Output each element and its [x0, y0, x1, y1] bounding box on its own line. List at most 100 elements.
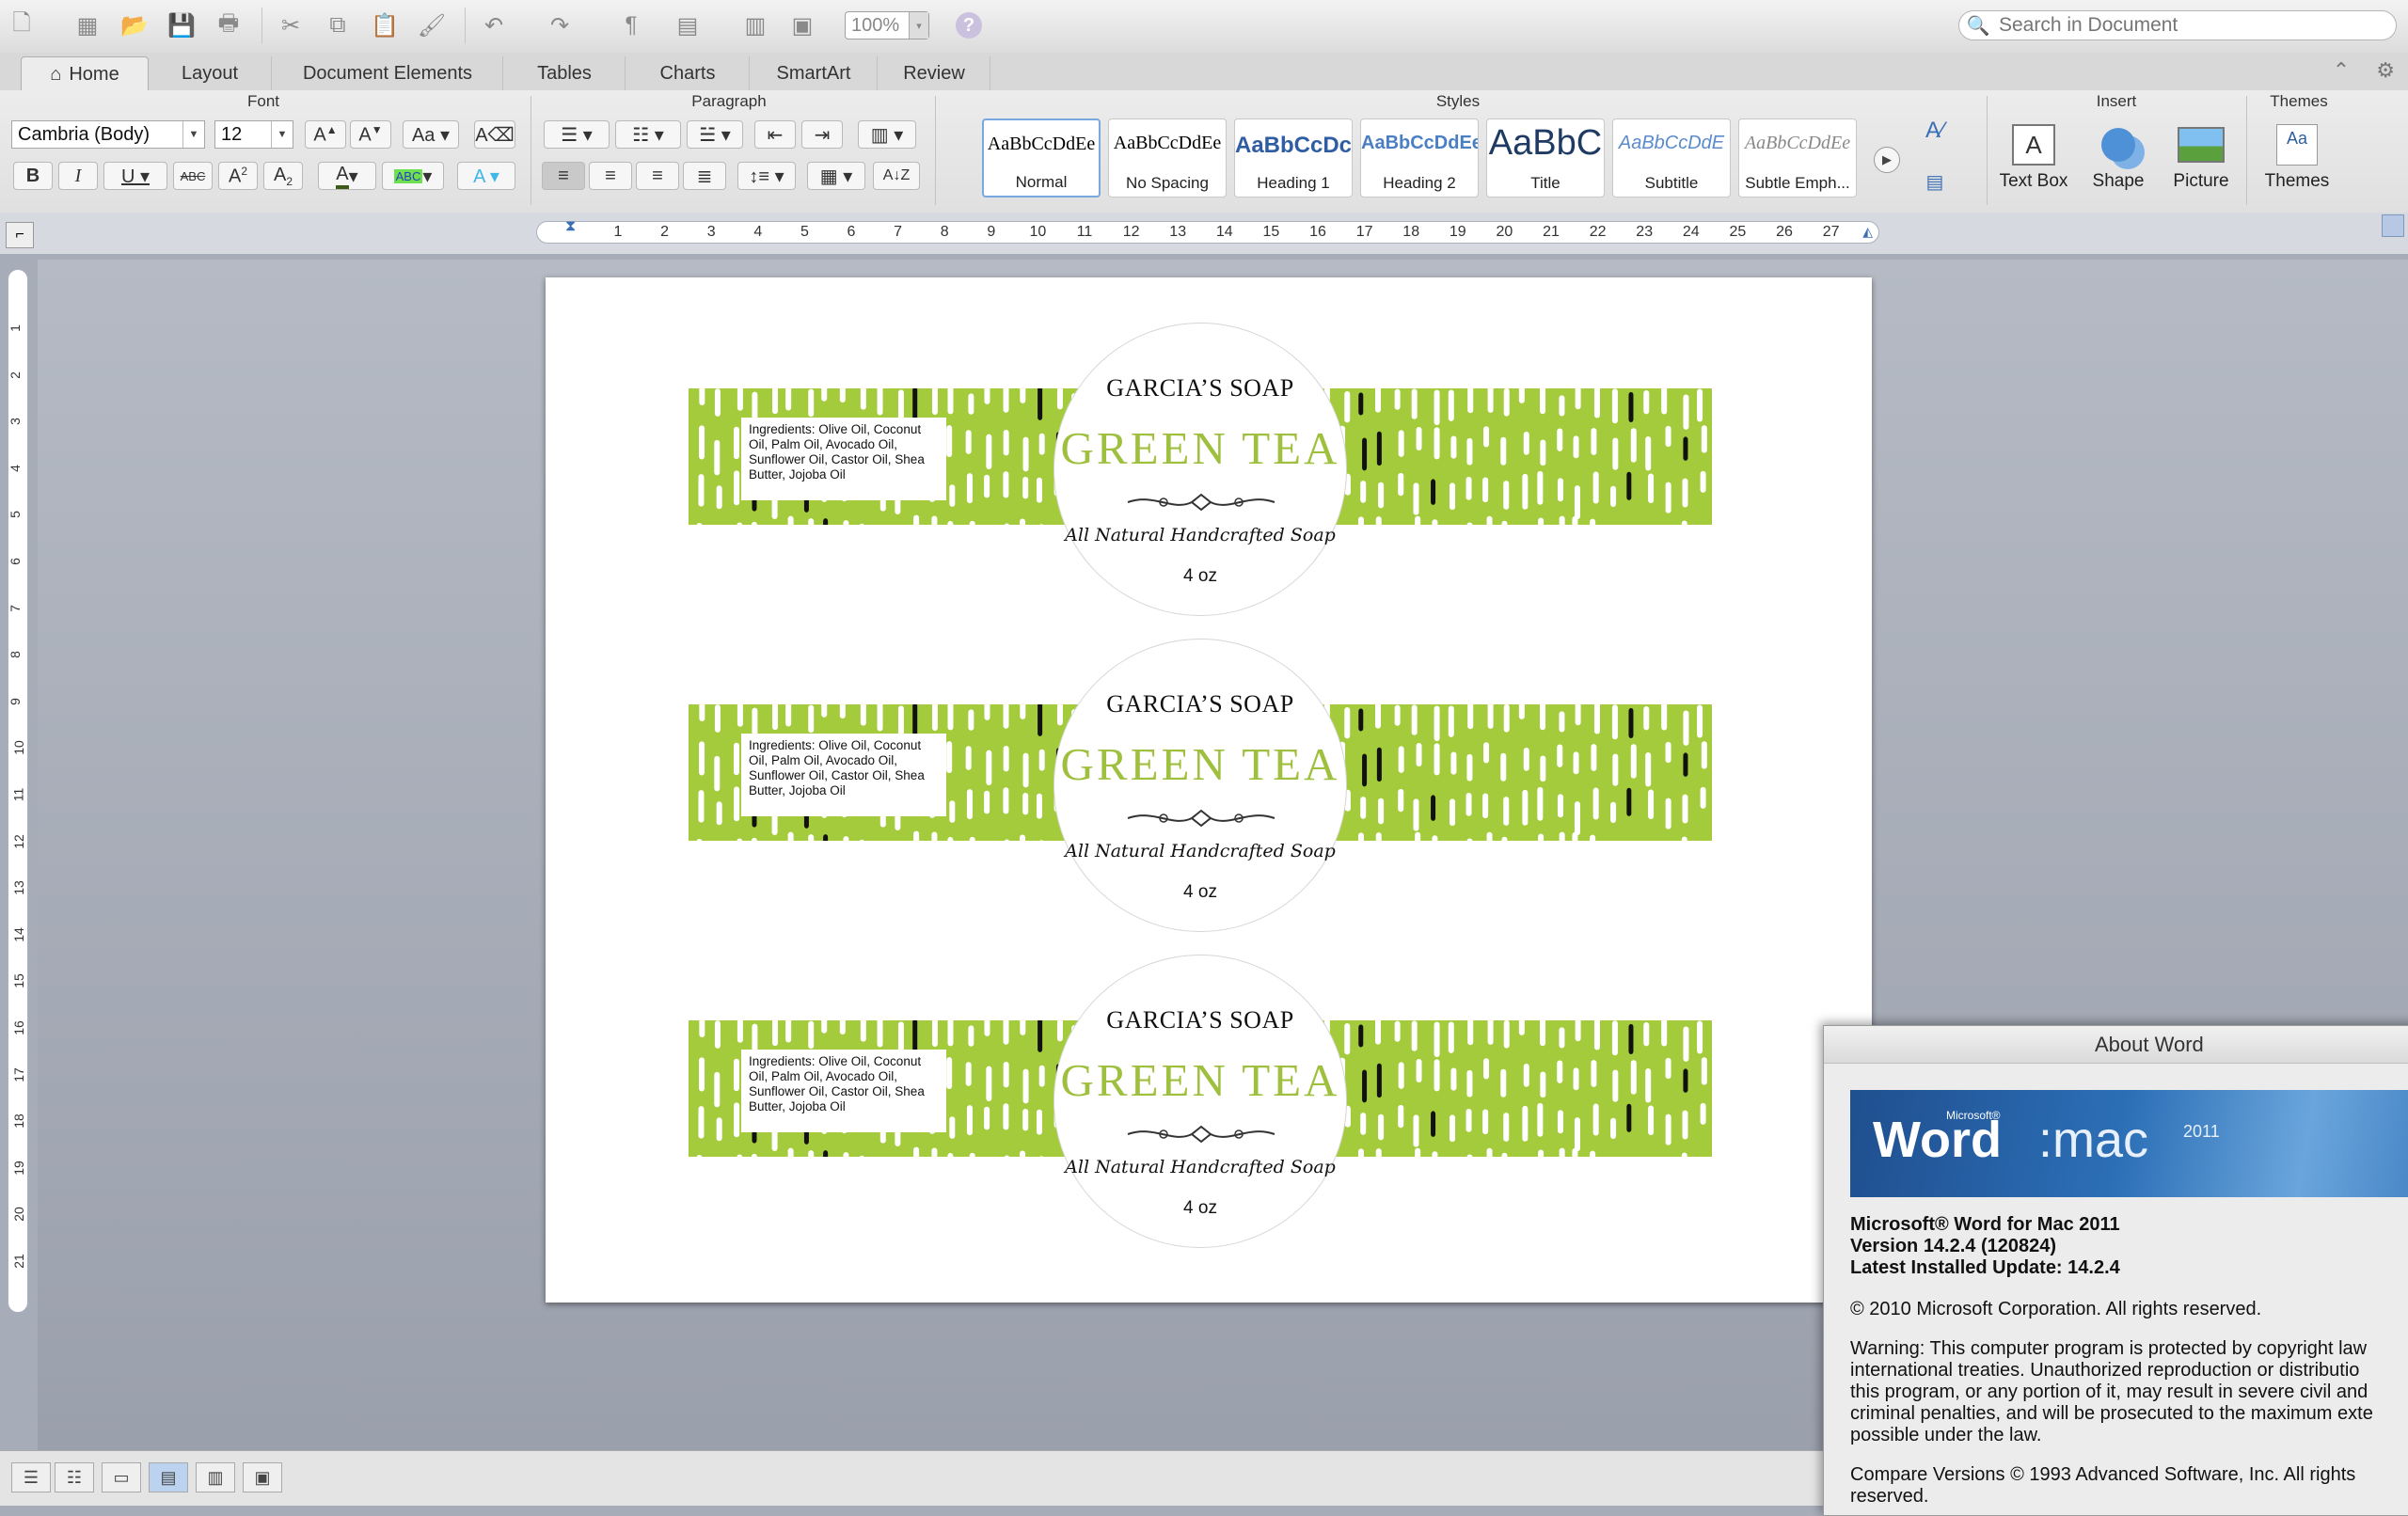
document-page[interactable]: Ingredients: Olive Oil, Coconut Oil, Pal…: [546, 277, 1872, 1303]
change-case-button[interactable]: Aa ▾: [403, 120, 459, 149]
new-document-icon[interactable]: 🗋: [6, 9, 38, 41]
pattern-stroke: [1375, 388, 1382, 413]
soap-label[interactable]: Ingredients: Olive Oil, Coconut Oil, Pal…: [689, 639, 1712, 941]
style-subtitle[interactable]: AaBbCcDdE Subtitle: [1612, 118, 1731, 197]
search-icon[interactable]: 🔍: [1959, 14, 1997, 38]
split-view-icon[interactable]: [2382, 214, 2404, 237]
redo-icon[interactable]: ↷: [544, 9, 576, 41]
style-normal[interactable]: AaBbCcDdEe Normal: [982, 118, 1101, 197]
multilevel-list-button[interactable]: ☱ ▾: [687, 120, 743, 149]
underline-button[interactable]: U ▾: [103, 162, 167, 190]
superscript-button[interactable]: A2: [218, 162, 258, 190]
print-layout-icon[interactable]: ▤: [149, 1462, 188, 1492]
paste-icon[interactable]: 📋: [369, 9, 401, 41]
grow-font-button[interactable]: A▲: [305, 120, 346, 149]
shape-button[interactable]: Shape: [2075, 118, 2162, 192]
search-input[interactable]: [1997, 13, 2377, 38]
collapse-ribbon-icon[interactable]: ⌃: [2333, 58, 2350, 82]
open-icon[interactable]: 📂: [119, 9, 150, 41]
horizontal-ruler[interactable]: ⧗ ◭ 1 2 3 4 5 6 7 8 9 10 11 12 13 14 15 16 17 18 19 20 21 22 2…: [536, 218, 1879, 244]
next-styles-icon[interactable]: ▶: [1874, 147, 1900, 173]
subscript-button[interactable]: A2: [263, 162, 303, 190]
vertical-ruler[interactable]: 1 2 3 4 5 6 7 8 9 10 11 12 13 14 15 16 17 18 19 20 21: [8, 269, 28, 1313]
strikethrough-button[interactable]: ABC: [173, 162, 213, 190]
line-spacing-button[interactable]: ↕≡ ▾: [737, 162, 796, 190]
align-center-button[interactable]: ≡: [589, 162, 632, 190]
font-color-button[interactable]: A ▾: [318, 162, 376, 190]
about-word-dialog[interactable]: About Word Microsoft® Word :mac 2011 Mic…: [1823, 1025, 2408, 1516]
align-left-button[interactable]: ≡: [542, 162, 585, 190]
outline-view-icon[interactable]: ☷: [55, 1462, 94, 1492]
media-browser-icon[interactable]: ▥: [739, 9, 771, 41]
pattern-stroke: [808, 388, 815, 418]
font-size-combo[interactable]: 12 ▼: [214, 120, 293, 149]
tab-smartart[interactable]: SmartArt: [751, 56, 878, 90]
tab-layout[interactable]: Layout: [149, 56, 272, 90]
show-formatting-icon[interactable]: ¶: [615, 9, 647, 41]
increase-indent-button[interactable]: ⇥: [801, 120, 843, 149]
save-icon[interactable]: 💾: [166, 9, 198, 41]
style-heading-1[interactable]: AaBbCcDc Heading 1: [1234, 118, 1353, 197]
soap-label[interactable]: Ingredients: Olive Oil, Coconut Oil, Pal…: [689, 955, 1712, 1257]
templates-gallery-icon[interactable]: ▦: [71, 9, 103, 41]
soap-label[interactable]: Ingredients: Olive Oil, Coconut Oil, Pal…: [689, 323, 1712, 625]
focus-view-icon[interactable]: ▣: [243, 1462, 282, 1492]
decrease-indent-button[interactable]: ⇤: [754, 120, 796, 149]
toolbox-icon[interactable]: ▣: [786, 9, 818, 41]
tab-home[interactable]: ⌂ Home: [21, 56, 149, 91]
pattern-stroke: [1394, 1020, 1401, 1042]
pattern-stroke: [737, 522, 743, 525]
sort-button[interactable]: A↓Z: [873, 162, 920, 190]
style-subtle-emphasis[interactable]: AaBbCcDdEe Subtle Emph...: [1738, 118, 1857, 197]
tab-charts[interactable]: Charts: [626, 56, 750, 90]
italic-button[interactable]: I: [58, 162, 98, 190]
undo-icon[interactable]: ↶: [478, 9, 510, 41]
tab-document-elements[interactable]: Document Elements: [273, 56, 503, 90]
notebook-layout-icon[interactable]: ▥: [196, 1462, 235, 1492]
text-effects-button[interactable]: A ▾: [457, 162, 515, 190]
columns-button[interactable]: ▥ ▾: [858, 120, 916, 149]
shrink-font-button[interactable]: A▼: [350, 120, 391, 149]
pattern-stroke: [931, 1020, 938, 1048]
change-styles-icon[interactable]: A⁄: [1919, 115, 1951, 147]
zoom-dropdown-icon[interactable]: ▾: [909, 12, 928, 39]
picture-button[interactable]: Picture: [2158, 118, 2244, 192]
format-painter-icon[interactable]: 🖌: [416, 9, 448, 41]
borders-button[interactable]: ▦ ▾: [807, 162, 865, 190]
themes-button[interactable]: Aa Themes: [2254, 118, 2340, 192]
indent-marker-icon[interactable]: ⧗: [565, 218, 576, 235]
tab-review[interactable]: Review: [879, 56, 990, 90]
style-no-spacing[interactable]: AaBbCcDdEe No Spacing: [1108, 118, 1227, 197]
pattern-stroke: [966, 1105, 973, 1136]
bold-button[interactable]: B: [13, 162, 53, 190]
chevron-down-icon[interactable]: ▼: [182, 121, 204, 148]
print-icon[interactable]: 🖶: [213, 9, 245, 41]
zoom-field[interactable]: 100% ▾: [845, 11, 929, 39]
right-indent-marker-icon[interactable]: ◭: [1862, 224, 1873, 240]
tab-selector-icon[interactable]: ⌐: [6, 222, 34, 248]
chevron-down-icon[interactable]: ▼: [271, 121, 293, 148]
draft-view-icon[interactable]: ☰: [11, 1462, 51, 1492]
clear-formatting-button[interactable]: A⌫: [474, 120, 515, 149]
search-field[interactable]: 🔍: [1958, 10, 2397, 40]
publishing-layout-icon[interactable]: ▭: [102, 1462, 141, 1492]
gear-icon[interactable]: ⚙: [2376, 58, 2395, 82]
sidebar-icon[interactable]: ▤: [672, 9, 704, 41]
numbering-button[interactable]: ☷ ▾: [615, 120, 681, 149]
text-box-button[interactable]: A Text Box: [1990, 118, 2077, 192]
pattern-stroke: [1538, 833, 1545, 841]
pattern-stroke: [1682, 794, 1688, 824]
copy-icon[interactable]: ⧉: [322, 9, 354, 41]
manage-styles-icon[interactable]: ▤: [1919, 166, 1951, 197]
pattern-stroke: [714, 1020, 721, 1049]
bullets-button[interactable]: ☰ ▾: [544, 120, 610, 149]
style-title[interactable]: AaBbC Title: [1486, 118, 1605, 197]
cut-icon[interactable]: ✂: [275, 9, 307, 41]
justify-button[interactable]: ≣: [683, 162, 726, 190]
align-right-button[interactable]: ≡: [636, 162, 679, 190]
font-name-combo[interactable]: Cambria (Body) ▼: [11, 120, 205, 149]
style-heading-2[interactable]: AaBbCcDdEe Heading 2: [1360, 118, 1479, 197]
tab-tables[interactable]: Tables: [504, 56, 626, 90]
highlight-button[interactable]: ABC ▾: [382, 162, 444, 190]
help-icon[interactable]: ?: [956, 12, 982, 39]
